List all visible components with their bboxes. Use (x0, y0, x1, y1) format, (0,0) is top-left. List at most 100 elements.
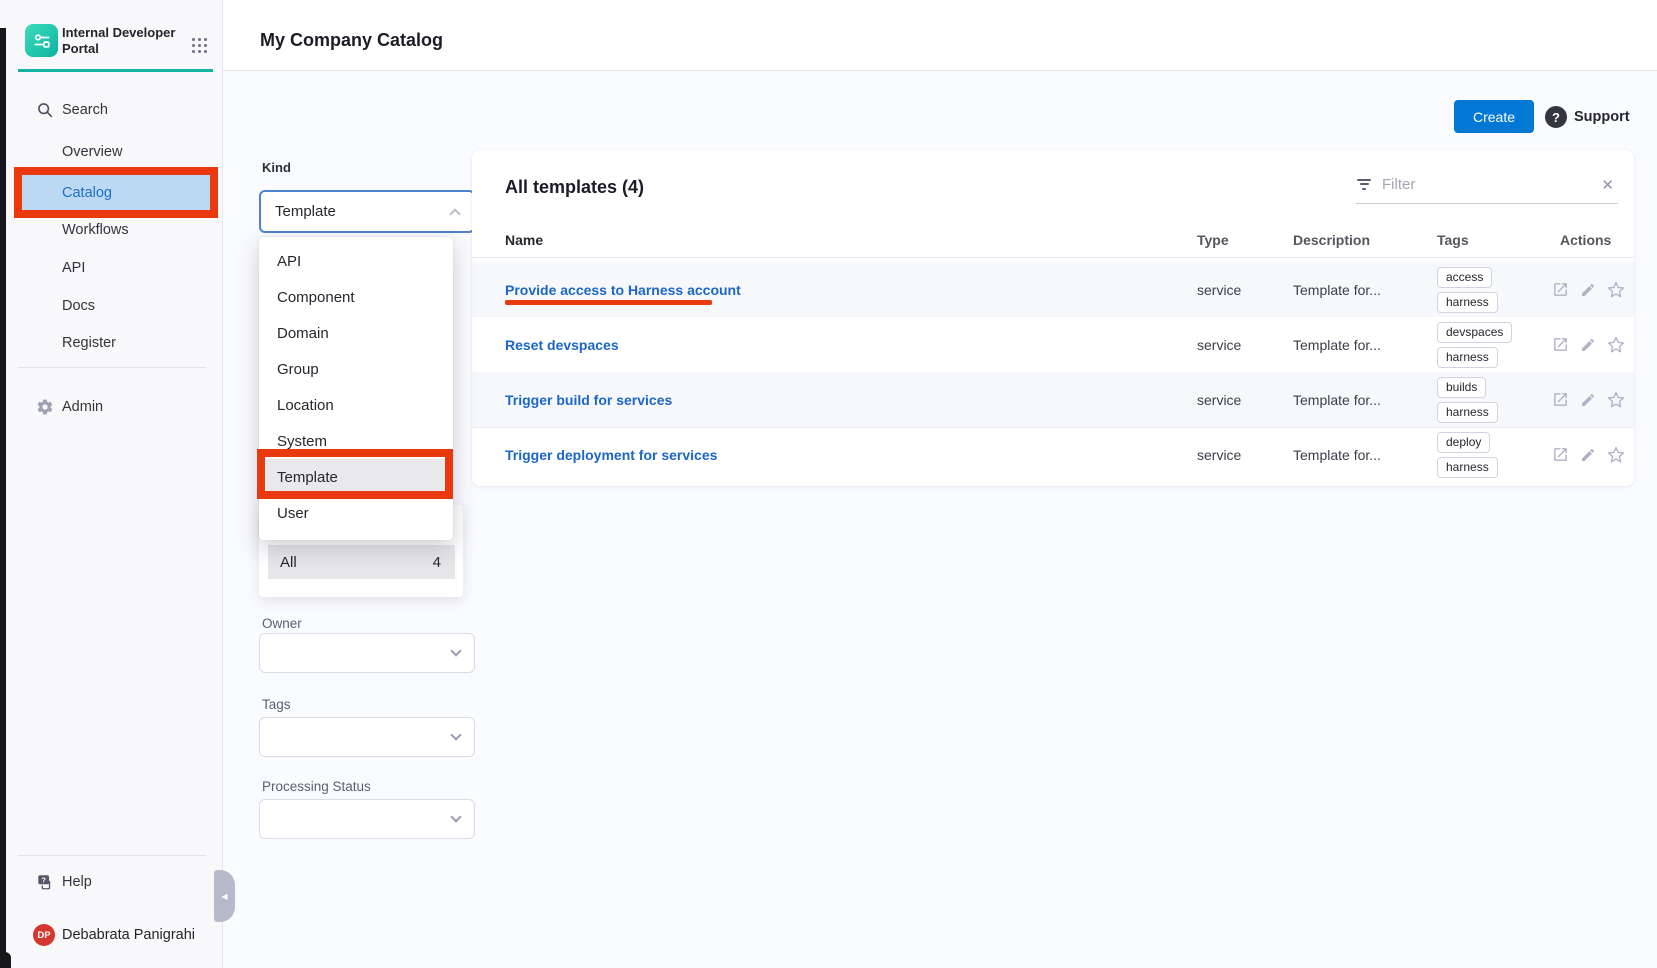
actions-cell (1552, 336, 1625, 354)
table-row: Trigger build for services service Templ… (472, 372, 1634, 427)
tag-chip[interactable]: deploy (1437, 432, 1490, 453)
tag-chip[interactable]: devspaces (1437, 322, 1512, 343)
sidebar-item-overview[interactable]: Overview (0, 138, 223, 166)
sidebar-item-label: API (62, 260, 85, 276)
sidebar-item-admin[interactable]: Admin (0, 393, 223, 421)
sidebar-item-label: Docs (62, 298, 95, 314)
annotation-underline-first-row (505, 300, 712, 305)
sidebar-item-docs[interactable]: Docs (0, 292, 223, 320)
table-row: Reset devspaces service Template for... … (472, 317, 1634, 372)
tags-label: Tags (262, 697, 291, 712)
filter-icon (1356, 179, 1372, 191)
description-cell: Template for... (1293, 447, 1381, 463)
type-cell: service (1197, 392, 1241, 408)
chevron-down-icon (450, 811, 461, 822)
sidebar-bottom-divider (18, 855, 206, 856)
kind-option-template[interactable]: Template (266, 459, 445, 495)
tags-cell: access harness (1437, 267, 1498, 313)
search-icon (36, 101, 54, 119)
sidebar-divider (18, 367, 206, 368)
template-name-link[interactable]: Reset devspaces (505, 337, 619, 353)
tag-chip[interactable]: harness (1437, 457, 1498, 478)
sidebar-item-api[interactable]: API (0, 254, 223, 282)
kind-option-system[interactable]: System (266, 423, 445, 459)
table-header-divider (472, 257, 1634, 258)
open-in-new-icon[interactable] (1552, 336, 1569, 353)
star-icon[interactable] (1607, 391, 1625, 409)
kind-dropdown-menu: API Component Domain Group Location Syst… (259, 237, 453, 540)
template-name-link[interactable]: Trigger deployment for services (505, 447, 717, 463)
tag-chip[interactable]: harness (1437, 292, 1498, 313)
tag-chip[interactable]: harness (1437, 347, 1498, 368)
column-header-tags[interactable]: Tags (1437, 232, 1469, 248)
description-cell: Template for... (1293, 282, 1381, 298)
user-avatar[interactable]: DP (33, 924, 55, 946)
collapse-arrow-icon: ◀ (221, 892, 227, 901)
star-icon[interactable] (1607, 281, 1625, 299)
tags-select[interactable] (259, 717, 475, 757)
clear-filter-icon[interactable]: ✕ (1597, 176, 1618, 194)
sidebar-item-label: Admin (62, 399, 103, 415)
template-name-link[interactable]: Trigger build for services (505, 392, 672, 408)
facet-all-row[interactable]: All 4 (268, 545, 455, 579)
sidebar-collapse-handle[interactable]: ◀ (214, 870, 235, 922)
owner-select[interactable] (259, 633, 475, 673)
kind-option-group[interactable]: Group (266, 351, 445, 387)
star-icon[interactable] (1607, 336, 1625, 354)
kind-select[interactable]: Template (259, 190, 475, 233)
sidebar-item-register[interactable]: Register (0, 329, 223, 357)
star-icon[interactable] (1607, 446, 1625, 464)
table-row: Provide access to Harness account servic… (472, 262, 1634, 317)
app-logo-icon[interactable] (25, 24, 58, 57)
support-button[interactable]: ? Support (1545, 106, 1630, 128)
sliders-logo-glyph (30, 29, 54, 53)
tag-chip[interactable]: harness (1437, 402, 1498, 423)
chevron-down-icon (450, 645, 461, 656)
open-in-new-icon[interactable] (1552, 446, 1569, 463)
kind-option-api[interactable]: API (266, 243, 445, 279)
column-header-type[interactable]: Type (1197, 232, 1229, 248)
kind-option-user[interactable]: User (266, 495, 445, 531)
kind-label: Kind (262, 160, 291, 175)
tag-chip[interactable]: builds (1437, 377, 1486, 398)
kind-option-component[interactable]: Component (266, 279, 445, 315)
edit-pencil-icon[interactable] (1580, 447, 1596, 463)
template-name-link[interactable]: Provide access to Harness account (505, 282, 741, 298)
kind-option-domain[interactable]: Domain (266, 315, 445, 351)
tags-cell: builds harness (1437, 377, 1498, 423)
help-chat-icon: ? (36, 873, 54, 891)
create-button[interactable]: Create (1454, 100, 1534, 133)
type-cell: service (1197, 447, 1241, 463)
edit-pencil-icon[interactable] (1580, 392, 1596, 408)
sidebar-item-search[interactable]: Search (0, 96, 223, 124)
sidebar-item-catalog[interactable]: Catalog (22, 175, 210, 210)
sidebar-item-help[interactable]: ? Help (0, 868, 223, 896)
table-filter-field[interactable]: ✕ (1356, 166, 1618, 204)
chevron-up-icon (449, 208, 460, 219)
facet-all-label: All (280, 554, 297, 571)
edit-pencil-icon[interactable] (1580, 337, 1596, 353)
edit-pencil-icon[interactable] (1580, 282, 1596, 298)
sidebar-item-label: Search (62, 102, 108, 118)
open-in-new-icon[interactable] (1552, 281, 1569, 298)
kind-select-value: Template (275, 203, 336, 220)
brand-accent-divider (18, 69, 213, 72)
column-header-name[interactable]: Name (505, 232, 543, 248)
column-header-description[interactable]: Description (1293, 232, 1370, 248)
processing-status-select[interactable] (259, 799, 475, 839)
window-edge-corner (0, 952, 11, 968)
tag-chip[interactable]: access (1437, 267, 1492, 288)
templates-card: All templates (4) ✕ Name Type Descriptio… (472, 150, 1634, 486)
actions-cell (1552, 281, 1625, 299)
chevron-down-icon (450, 729, 461, 740)
sidebar: Internal Developer Portal Search Overvie… (0, 0, 223, 968)
brand-title: Internal Developer Portal (62, 25, 178, 58)
open-in-new-icon[interactable] (1552, 391, 1569, 408)
kind-option-location[interactable]: Location (266, 387, 445, 423)
window-edge (0, 28, 6, 968)
user-name[interactable]: Debabrata Panigrahi (62, 927, 195, 943)
apps-grid-icon[interactable] (192, 38, 209, 55)
filter-input[interactable] (1382, 176, 1597, 193)
sidebar-item-workflows[interactable]: Workflows (0, 216, 223, 244)
column-header-actions: Actions (1560, 232, 1611, 248)
